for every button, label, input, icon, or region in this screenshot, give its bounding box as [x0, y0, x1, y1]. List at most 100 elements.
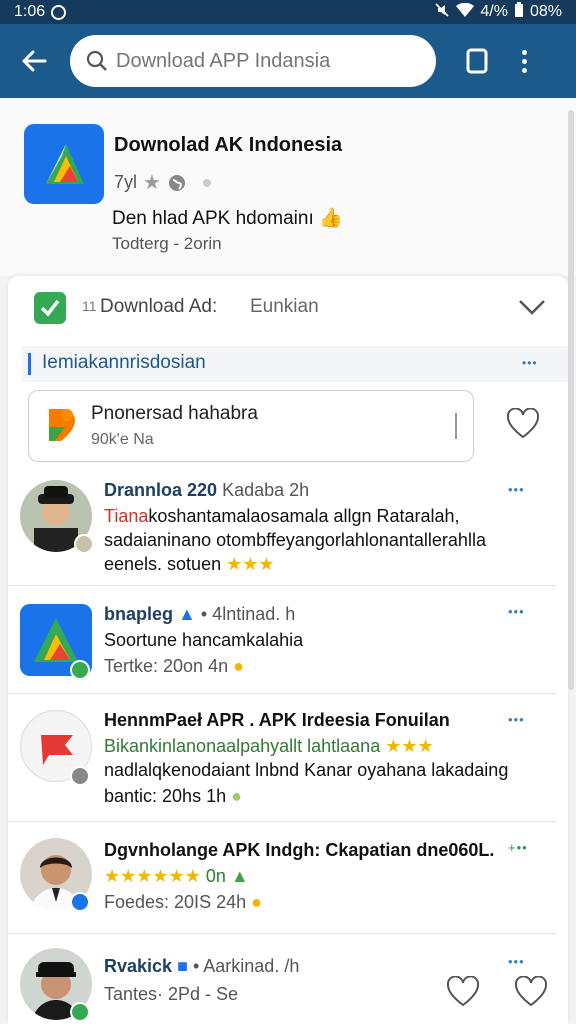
comment-line: bantic: 20hs 1h [104, 786, 227, 806]
featured-item[interactable]: Pnonersad hahabra 90k'e Na [28, 390, 474, 462]
app-meta: 7yl ★ [114, 170, 211, 195]
comment-text: Bikankinlanonaalpahyallt lahtlaana ★★★ [104, 736, 434, 757]
list-item[interactable]: Drannloa 220 Kadaba 2h ••• Tianakoshanta… [8, 468, 568, 586]
comment-time: • 4lntinad. h [200, 604, 296, 624]
app-meta-text: 7yl [114, 172, 138, 192]
scrollbar[interactable] [568, 110, 574, 690]
search-input[interactable] [116, 49, 406, 73]
comment-more-icon[interactable]: ••• [508, 954, 525, 969]
verified-badge [70, 1002, 90, 1022]
download-count: 11 [82, 298, 97, 314]
list-item[interactable]: Rvakick ■ • Aarkinad. /h ••• Tantes· 2Pd… [8, 934, 568, 1024]
comment-line: Soortune hancamkalahia [104, 630, 304, 650]
heart-icon[interactable] [514, 976, 548, 1008]
more-options-button[interactable] [514, 43, 534, 79]
signal-text: 4/% [480, 3, 508, 20]
dot-icon [521, 67, 527, 73]
app-title: Downolad AK Indonesia [114, 134, 343, 156]
play-triangle-icon [46, 144, 84, 184]
comment-header: HennmPaeł APR . APK Irdeesia Fonuilan [104, 710, 450, 731]
comment-time: Kadaba 2h [222, 480, 310, 500]
search-box[interactable] [70, 35, 436, 87]
comment-text: Tianakoshantamalaosamala allgn Rataralah… [104, 506, 460, 527]
comment-line: Foedes: 20IS 24h [104, 892, 247, 912]
comment-line: sadaianinano otombffeyangorlahlonantalle… [104, 530, 486, 550]
section-accent [28, 353, 31, 375]
comment-author[interactable]: Rvakick [104, 956, 172, 976]
mute-icon [434, 2, 450, 23]
wifi-icon [456, 2, 475, 22]
emoji-icon: ● [231, 786, 242, 806]
comment-footer: Foedes: 20IS 24h ● [104, 892, 262, 913]
verified-badge [74, 534, 94, 554]
download-extra: Eunkian [250, 296, 319, 317]
emoji-icon: ▲ [230, 866, 249, 886]
emoji-icon: ● [233, 656, 244, 676]
comment-author[interactable]: HennmPaeł APR . APK Irdeesia Fonuilan [104, 710, 450, 730]
comment-more-icon[interactable]: ••• [508, 604, 525, 619]
comment-author[interactable]: bnapleg [104, 604, 173, 624]
stars-icon: ★★★★★★ [104, 866, 201, 886]
dot-icon [521, 49, 527, 55]
tabs-icon [466, 48, 488, 74]
back-arrow-icon [22, 50, 47, 72]
app-tagline: Den hlad APK hdomainı 👍 [112, 206, 343, 230]
search-icon [86, 50, 107, 71]
list-item[interactable]: bnapleg ▲ • 4lntinad. h ••• Soortune han… [8, 586, 568, 694]
comment-author[interactable]: Dgvnholange APK Indgh: Ckapatian dne060L… [104, 840, 494, 860]
comment-line: nadlalqkenodaiant lnbnd Kanar oyahana la… [104, 760, 509, 780]
globe-icon [168, 174, 185, 191]
dot-icon [202, 178, 211, 187]
featured-app-icon [49, 409, 75, 441]
status-badge [70, 766, 90, 786]
featured-subtitle: 90k'e Na [91, 431, 154, 448]
comment-more-icon[interactable]: +•• [508, 840, 528, 855]
tagline-text: Den hlad APK hdomainı [112, 208, 314, 229]
comment-author[interactable]: Drannloa 220 [104, 480, 217, 500]
checkbox[interactable] [34, 292, 66, 324]
back-button[interactable] [12, 39, 56, 83]
check-icon [40, 299, 60, 317]
list-item[interactable]: Dgvnholange APK Indgh: Ckapatian dne060L… [8, 822, 568, 934]
verified-badge [70, 660, 90, 680]
battery-icon [514, 1, 524, 23]
status-time: 1:06 [14, 3, 46, 20]
comment-line: Bikankinlanonaalpahyallt lahtlaana [104, 736, 381, 756]
comment-header: Drannloa 220 Kadaba 2h [104, 480, 309, 501]
heart-icon[interactable] [506, 408, 540, 440]
app-date: Todterg - 2orin [112, 234, 222, 253]
section-more-icon[interactable]: ••• [522, 356, 538, 370]
divider [455, 413, 457, 439]
stars-icon: ★★★ [385, 736, 434, 756]
comment-highlight: Tiana [104, 506, 149, 526]
comment-line: koshantamalaosamala allgn Rataralah, [148, 506, 460, 526]
chevron-down-icon[interactable] [516, 292, 548, 322]
download-label: Download Ad: [100, 296, 218, 317]
verified-icon: ▲ [178, 604, 196, 624]
verified-icon: ■ [177, 956, 188, 976]
download-row[interactable]: 11 Download Ad: Eunkian [8, 276, 568, 338]
comment-header: Rvakick ■ • Aarkinad. /h [104, 956, 299, 977]
comment-header: bnapleg ▲ • 4lntinad. h [104, 604, 295, 625]
comment-more-icon[interactable]: ••• [508, 712, 525, 727]
battery-percent: 08% [529, 3, 562, 20]
star-emoji-icon: ★★★ [226, 554, 275, 574]
list-item[interactable]: HennmPaeł APR . APK Irdeesia Fonuilan ••… [8, 694, 568, 822]
emoji-icon: ● [251, 892, 262, 912]
tabs-button[interactable] [462, 46, 492, 76]
comment-header: Dgvnholange APK Indgh: Ckapatian dne060L… [104, 840, 494, 861]
comment-extra: 0n [205, 866, 226, 886]
comment-line: Tertke: 20on 4n [104, 656, 229, 676]
heart-icon[interactable] [446, 976, 480, 1008]
notification-icon [51, 4, 67, 20]
comment-line: Tantes· 2Pd - Se [104, 984, 239, 1004]
verified-badge [70, 892, 90, 912]
status-bar: 1:06 4/% 08% [0, 0, 576, 24]
app-logo[interactable] [24, 124, 104, 204]
comment-footer: eenels. sotuen ★★★ [104, 554, 275, 575]
content-card: 11 Download Ad: Eunkian Iemiakannrisdosi… [8, 276, 568, 1024]
comment-rating: ★★★★★★ 0n ▲ [104, 866, 249, 887]
comment-more-icon[interactable]: ••• [508, 482, 525, 497]
comment-footer: Tertke: 20on 4n ● [104, 656, 244, 677]
comment-footer: bantic: 20hs 1h ● [104, 786, 242, 807]
